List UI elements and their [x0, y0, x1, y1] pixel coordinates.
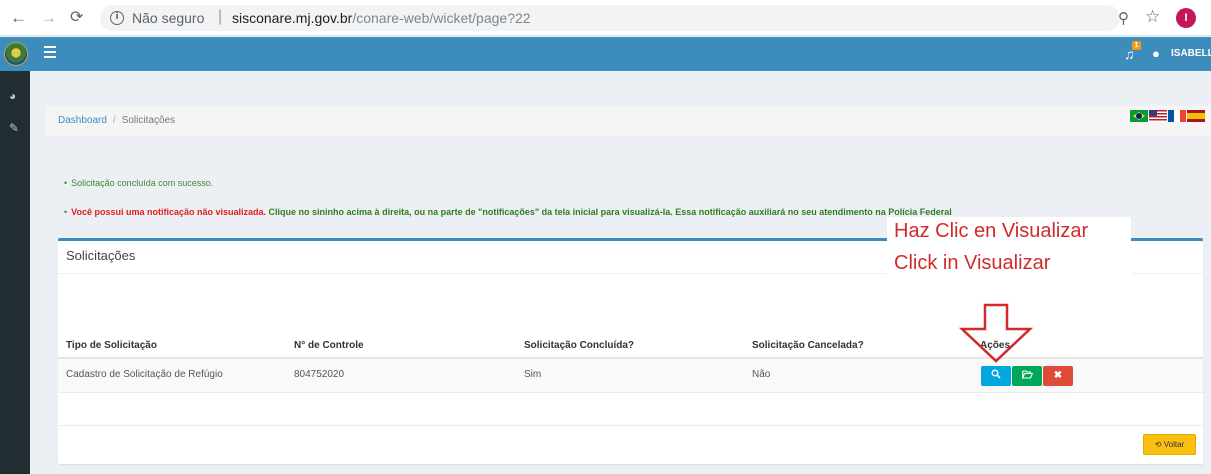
column-header-controle: N° de Controle [294, 340, 364, 351]
open-folder-button[interactable] [1012, 366, 1042, 386]
close-icon: ✖ [1053, 370, 1063, 381]
forward-icon[interactable]: → [40, 8, 57, 28]
breadcrumb: Dashboard / Solicitações [45, 106, 1211, 136]
search-icon [991, 369, 1001, 379]
notification-warning: • Você possui uma notificação não visuali… [64, 206, 952, 218]
annotation-line-1: Haz Clic en Visualizar [894, 220, 1089, 242]
address-separator: | [218, 8, 223, 25]
cell-cancelada: Não [752, 369, 771, 380]
bullet-icon: • [64, 178, 68, 188]
folder-open-icon [1021, 370, 1033, 379]
column-header-concluida: Solicitação Concluída? [524, 340, 635, 351]
zoom-icon[interactable]: ⚲ [1118, 9, 1129, 27]
flag-brazil-icon[interactable] [1130, 110, 1148, 122]
cell-controle: 804752020 [294, 369, 345, 380]
breadcrumb-separator: / [112, 115, 116, 126]
warning-text: Clique no sininho acima à direita, ou na… [266, 207, 952, 217]
back-icon[interactable]: ← [10, 8, 27, 28]
profile-avatar[interactable]: I [1176, 8, 1196, 28]
browser-toolbar: ← → ⟳ i Não seguro | sisconare.mj.gov.br… [0, 0, 1211, 36]
user-icon[interactable]: ● [1152, 46, 1160, 61]
column-header-tipo: Tipo de Solicitação [66, 340, 157, 351]
cancel-button[interactable]: ✖ [1043, 366, 1073, 386]
reload-icon[interactable]: ⟳ [70, 8, 83, 28]
edit-icon[interactable]: ✎ [9, 121, 19, 135]
info-icon[interactable]: i [110, 11, 124, 25]
warning-highlight: Você possui uma notificação não visualiz… [71, 207, 267, 217]
annotation-arrow-icon [958, 303, 1034, 363]
view-button[interactable] [981, 366, 1011, 386]
address-bar[interactable]: i Não seguro | sisconare.mj.gov.br/conar… [100, 5, 1120, 31]
sidebar: ◕ ✎ [0, 71, 30, 474]
success-text: Solicitação concluída com sucesso. [71, 178, 214, 188]
panel-title: Solicitações [66, 248, 136, 263]
logo[interactable] [4, 42, 28, 66]
notification-badge[interactable]: 1 [1132, 41, 1141, 50]
back-button[interactable]: ⟲ Voltar [1143, 434, 1196, 455]
breadcrumb-current: Solicitações [121, 115, 176, 126]
security-label[interactable]: Não seguro [132, 10, 204, 26]
column-header-cancelada: Solicitação Cancelada? [752, 340, 864, 351]
breadcrumb-home[interactable]: Dashboard [58, 115, 107, 126]
annotation-line-2: Click in Visualizar [894, 252, 1051, 274]
url-text[interactable]: sisconare.mj.gov.br/conare-web/wicket/pa… [232, 10, 531, 26]
cell-tipo: Cadastro de Solicitação de Refúgio [66, 369, 223, 380]
url-host: sisconare.mj.gov.br [232, 10, 353, 26]
app-header [0, 37, 1211, 71]
url-path: /conare-web/wicket/page?22 [352, 10, 531, 26]
user-name[interactable]: ISABELL [1171, 48, 1211, 59]
flag-usa-icon[interactable] [1149, 110, 1167, 122]
footer-divider [58, 425, 1203, 426]
menu-toggle-icon[interactable] [44, 46, 56, 61]
flag-spain-icon[interactable] [1187, 110, 1205, 122]
flag-france-icon[interactable] [1168, 110, 1186, 122]
cell-concluida: Sim [524, 369, 542, 380]
bookmark-star-icon[interactable]: ☆ [1145, 7, 1160, 27]
bullet-icon: • [64, 207, 68, 217]
success-message: • Solicitação concluída com sucesso. [64, 177, 213, 189]
undo-icon: ⟲ [1154, 440, 1162, 449]
back-button-label: Voltar [1163, 440, 1185, 449]
dashboard-icon[interactable]: ◕ [9, 89, 16, 103]
